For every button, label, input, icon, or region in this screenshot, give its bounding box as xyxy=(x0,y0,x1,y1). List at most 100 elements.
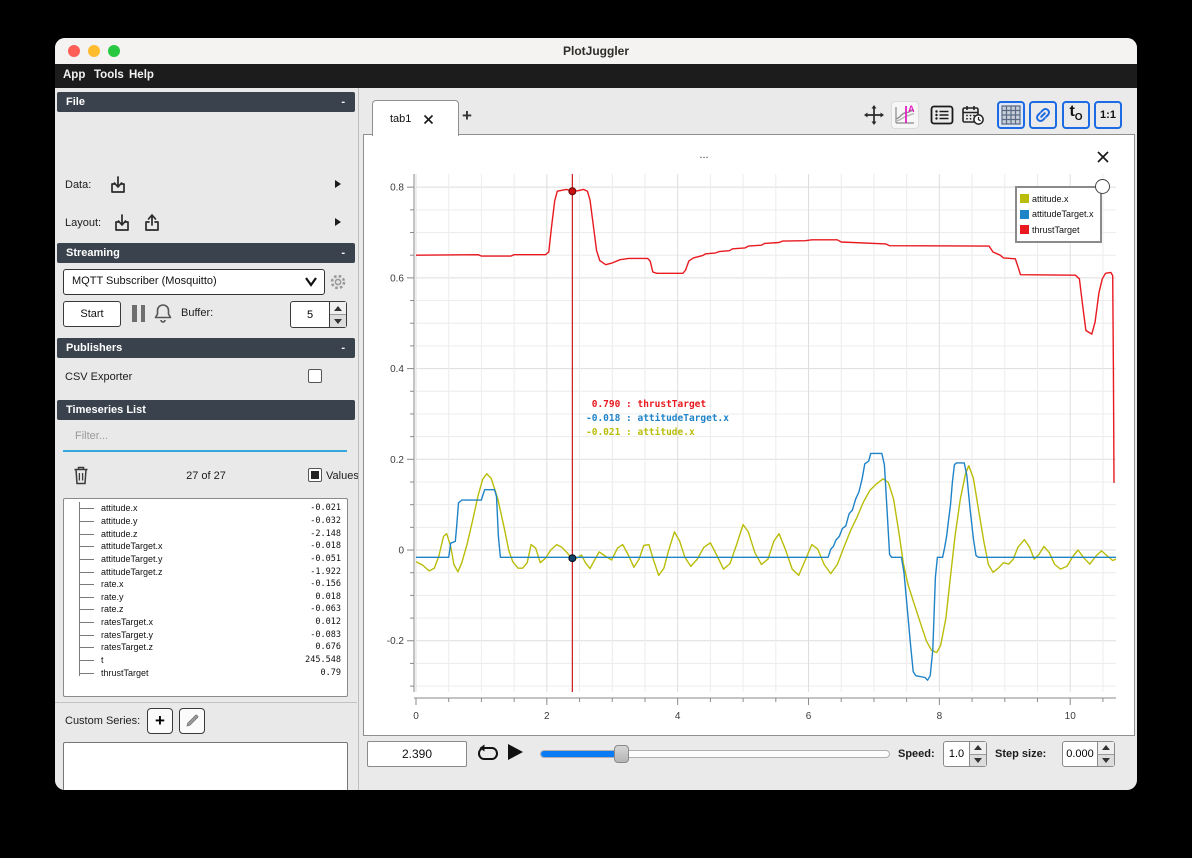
timeseries-tree[interactable]: attitude.x -0.021 attitude.y -0.032 atti… xyxy=(63,498,348,697)
datetime-button[interactable] xyxy=(959,101,987,129)
legend-list-button[interactable] xyxy=(928,101,956,129)
pan-zoom-button[interactable] xyxy=(860,101,888,129)
section-header-file[interactable]: File - xyxy=(57,92,355,112)
svg-text:A: A xyxy=(908,104,915,114)
menu-help[interactable]: Help xyxy=(129,69,154,81)
start-button[interactable]: Start xyxy=(63,301,121,327)
layout-import-icon[interactable] xyxy=(111,212,133,234)
collapse-icon[interactable]: - xyxy=(341,92,345,112)
chain-link-icon xyxy=(1032,104,1054,126)
timeseries-row[interactable]: ratesTarget.z 0.676 xyxy=(64,641,347,654)
streaming-settings-gear-icon[interactable] xyxy=(329,273,347,291)
step-size-spinbox[interactable]: 0.000 xyxy=(1062,741,1115,767)
svg-text:0.6: 0.6 xyxy=(390,273,404,284)
values-checkbox[interactable] xyxy=(308,468,322,482)
time-offset-button[interactable]: tO xyxy=(1062,101,1090,129)
collapse-icon[interactable]: - xyxy=(341,243,345,263)
speed-spinbox[interactable]: 1.0 xyxy=(943,741,987,767)
filter-placeholder: Filter... xyxy=(75,430,109,442)
menu-app[interactable]: App xyxy=(63,69,85,81)
add-custom-series-button[interactable]: + xyxy=(147,708,173,734)
collapse-icon[interactable]: - xyxy=(341,338,345,358)
timeseries-value: 0.676 xyxy=(315,642,341,653)
timeseries-row[interactable]: rate.y 0.018 xyxy=(64,590,347,603)
plot-title[interactable]: ... xyxy=(664,149,744,161)
timeseries-value: -0.051 xyxy=(310,553,341,564)
layout-export-icon[interactable] xyxy=(141,212,163,234)
tree-branch-icon xyxy=(79,660,94,661)
close-plot-icon[interactable] xyxy=(1096,150,1110,164)
divider xyxy=(55,702,357,703)
legend-item[interactable]: attitude.x xyxy=(1020,191,1094,207)
timeseries-row[interactable]: ratesTarget.y -0.083 xyxy=(64,628,347,641)
timeseries-row[interactable]: t 245.548 xyxy=(64,654,347,667)
timeseries-row[interactable]: rate.x -0.156 xyxy=(64,578,347,591)
pause-icon[interactable] xyxy=(132,305,145,322)
legend-item[interactable]: thrustTarget xyxy=(1020,222,1094,238)
streaming-source-select[interactable]: MQTT Subscriber (Mosquitto) xyxy=(63,269,325,295)
svg-text:0.4: 0.4 xyxy=(390,364,404,375)
custom-series-list[interactable] xyxy=(63,742,348,790)
tab-tab1[interactable]: tab1 xyxy=(372,100,459,136)
timeseries-row[interactable]: attitudeTarget.x -0.018 xyxy=(64,540,347,553)
section-header-streaming[interactable]: Streaming - xyxy=(57,243,355,263)
buffer-value: 5 xyxy=(306,308,314,321)
filter-input[interactable]: Filter... xyxy=(63,424,347,452)
layout-submenu-arrow-icon[interactable] xyxy=(335,218,341,226)
timeseries-value: -0.063 xyxy=(310,604,341,615)
plot-legend[interactable]: attitude.x attitudeTarget.x thrustTarget xyxy=(1015,186,1102,243)
csv-exporter-checkbox[interactable] xyxy=(308,369,322,383)
data-submenu-arrow-icon[interactable] xyxy=(335,180,341,188)
time-slider-handle[interactable] xyxy=(614,745,629,763)
grid-layout-button[interactable] xyxy=(997,101,1025,129)
timeseries-row[interactable]: rate.z -0.063 xyxy=(64,603,347,616)
t0-icon: tO xyxy=(1069,102,1083,124)
link-axes-button[interactable] xyxy=(1029,101,1057,129)
timeseries-row[interactable]: attitude.y -0.032 xyxy=(64,515,347,528)
timeseries-value: 0.012 xyxy=(315,617,341,628)
time-slider[interactable] xyxy=(540,745,890,763)
timeseries-name: attitude.x xyxy=(101,503,138,514)
menu-tools[interactable]: Tools xyxy=(94,69,124,81)
timeseries-row[interactable]: attitudeTarget.y -0.051 xyxy=(64,553,347,566)
ratio-button[interactable]: 1:1 xyxy=(1094,101,1122,129)
svg-text:2: 2 xyxy=(544,711,550,722)
plus-icon: + xyxy=(155,711,165,730)
timeseries-value: 0.79 xyxy=(320,667,341,678)
timeseries-row[interactable]: ratesTarget.x 0.012 xyxy=(64,616,347,629)
bell-icon[interactable] xyxy=(152,302,174,324)
legend-item[interactable]: attitudeTarget.x xyxy=(1020,207,1094,223)
timeseries-value: -2.148 xyxy=(310,528,341,539)
data-import-icon[interactable] xyxy=(107,174,129,196)
current-time-field[interactable]: 2.390 xyxy=(367,741,467,767)
curve-tracker-button[interactable]: A xyxy=(891,101,919,129)
timeseries-name: rate.y xyxy=(101,591,124,602)
splitter[interactable] xyxy=(358,88,359,790)
speed-label: Speed: xyxy=(898,748,935,760)
timeseries-row[interactable]: thrustTarget 0.79 xyxy=(64,666,347,679)
svg-text:0.2: 0.2 xyxy=(390,455,404,466)
new-tab-button[interactable]: + xyxy=(462,106,472,126)
timeseries-row[interactable]: attitude.z -2.148 xyxy=(64,527,347,540)
svg-text:-0.2: -0.2 xyxy=(387,636,405,647)
csv-exporter-label: CSV Exporter xyxy=(65,371,133,383)
tracker-tooltip-line: -0.021 : attitude.x xyxy=(586,427,695,438)
list-icon xyxy=(929,103,955,127)
buffer-spinbox[interactable]: 5 xyxy=(290,301,347,328)
section-header-publishers[interactable]: Publishers - xyxy=(57,338,355,358)
edit-custom-series-button[interactable] xyxy=(179,708,205,734)
title-bar: PlotJuggler xyxy=(55,38,1137,65)
section-header-timeseries[interactable]: Timeseries List xyxy=(57,400,355,420)
tree-branch-icon xyxy=(79,609,94,611)
timeseries-row[interactable]: attitude.x -0.021 xyxy=(64,502,347,515)
tree-branch-icon xyxy=(79,533,94,535)
tab-label: tab1 xyxy=(390,112,412,125)
legend-detach-handle[interactable] xyxy=(1095,179,1110,194)
tab-close-icon[interactable] xyxy=(423,114,434,125)
play-icon[interactable] xyxy=(508,744,523,760)
values-label: Values xyxy=(326,470,359,482)
loop-icon[interactable] xyxy=(476,743,500,765)
speed-value: 1.0 xyxy=(948,748,965,760)
timeseries-value: -0.032 xyxy=(310,515,341,526)
timeseries-row[interactable]: attitudeTarget.z -1.922 xyxy=(64,565,347,578)
